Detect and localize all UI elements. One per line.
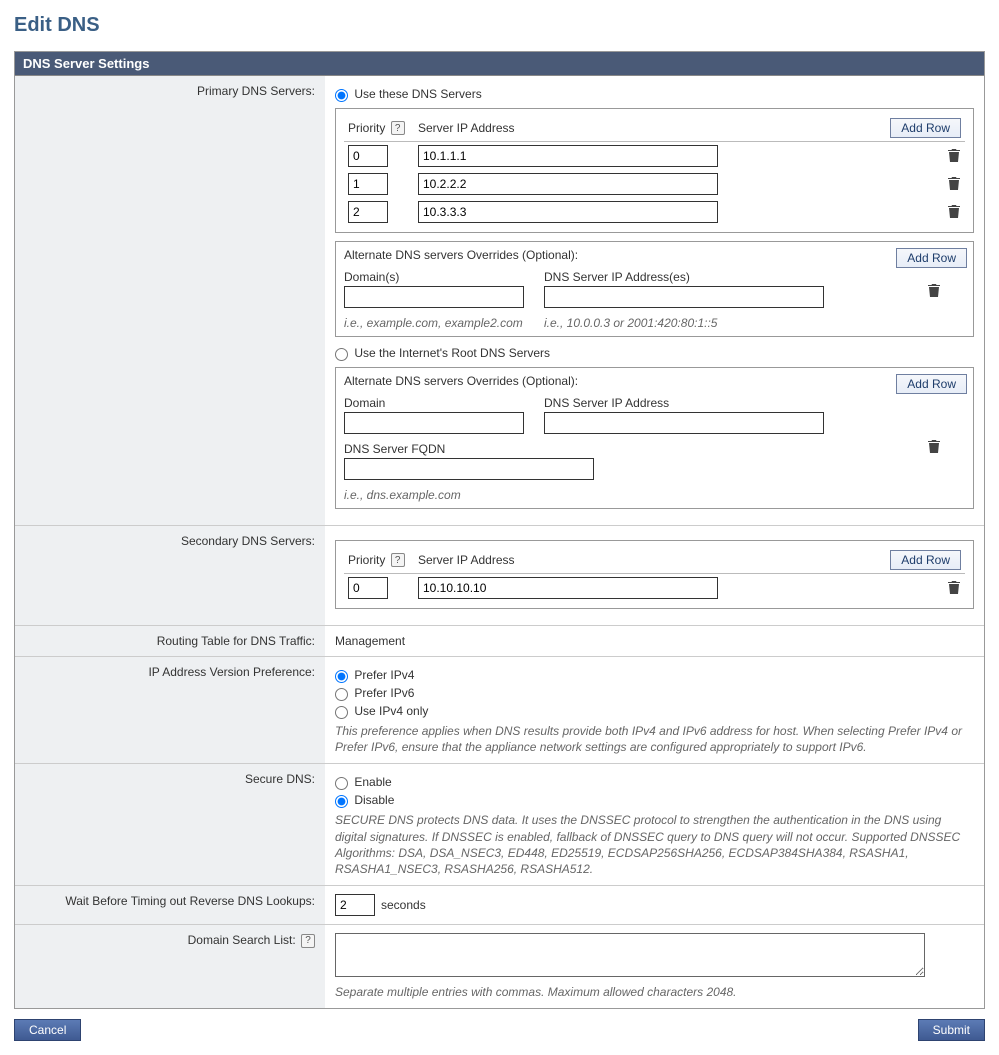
radio-secure-disable-label: Disable [354, 793, 394, 807]
submit-button[interactable]: Submit [918, 1019, 985, 1041]
alt-ips-input[interactable] [544, 286, 824, 308]
col-domain: Domain [344, 396, 524, 410]
alt-dns-overrides-1: Add Row Alternate DNS servers Overrides … [335, 241, 974, 337]
radio-use-root-dns[interactable] [335, 348, 348, 361]
trash-icon[interactable] [927, 438, 941, 454]
add-row-button[interactable]: Add Row [890, 118, 961, 138]
radio-use-ipv4-only[interactable] [335, 706, 348, 719]
radio-secure-enable[interactable] [335, 777, 348, 790]
trash-icon[interactable] [947, 147, 961, 163]
radio-secure-enable-label: Enable [354, 775, 391, 789]
trash-icon[interactable] [927, 282, 941, 298]
radio-use-these-dns-label: Use these DNS Servers [354, 87, 481, 101]
radio-prefer-ipv4[interactable] [335, 670, 348, 683]
col-priority: Priority [348, 121, 385, 135]
alt-dns-overrides-2: Add Row Alternate DNS servers Overrides … [335, 367, 974, 509]
dns-settings-panel: DNS Server Settings Primary DNS Servers:… [14, 51, 985, 1009]
col-dns-ips: DNS Server IP Address(es) [544, 270, 844, 284]
fqdn-hint: i.e., dns.example.com [344, 488, 604, 502]
alt2-domain-input[interactable] [344, 412, 524, 434]
seconds-label: seconds [381, 898, 426, 912]
radio-secure-disable[interactable] [335, 795, 348, 808]
col-domains: Domain(s) [344, 270, 524, 284]
alt-overrides-title-2: Alternate DNS servers Overrides (Optiona… [344, 374, 888, 388]
radio-prefer-ipv6[interactable] [335, 688, 348, 701]
secondary-dns-rows-box: Priority ? Server IP Address Add Row [335, 540, 974, 609]
alt-overrides-title: Alternate DNS servers Overrides (Optiona… [344, 248, 888, 262]
radio-use-these-dns[interactable] [335, 89, 348, 102]
col-dns-server-ip: DNS Server IP Address [544, 396, 844, 410]
help-icon[interactable]: ? [301, 934, 315, 948]
domain-search-textarea[interactable] [335, 933, 925, 977]
col-server-ip: Server IP Address [414, 115, 875, 142]
primary-priority-input[interactable] [348, 173, 388, 195]
radio-use-root-dns-label: Use the Internet's Root DNS Servers [354, 346, 550, 360]
primary-priority-input[interactable] [348, 201, 388, 223]
trash-icon[interactable] [947, 175, 961, 191]
primary-ip-input[interactable] [418, 145, 718, 167]
primary-priority-input[interactable] [348, 145, 388, 167]
radio-prefer-ipv4-label: Prefer IPv4 [354, 668, 414, 682]
label-routing: Routing Table for DNS Traffic: [15, 626, 325, 657]
alt2-dns-ip-input[interactable] [544, 412, 824, 434]
alt-domains-input[interactable] [344, 286, 524, 308]
ipver-note: This preference applies when DNS results… [335, 723, 974, 755]
label-primary-dns: Primary DNS Servers: [15, 76, 325, 526]
ips-hint: i.e., 10.0.0.3 or 2001:420:80:1::5 [544, 316, 844, 330]
add-row-button[interactable]: Add Row [890, 550, 961, 570]
secondary-priority-input[interactable] [348, 577, 388, 599]
secondary-ip-input[interactable] [418, 577, 718, 599]
trash-icon[interactable] [947, 579, 961, 595]
trash-icon[interactable] [947, 203, 961, 219]
col-server-ip: Server IP Address [414, 547, 875, 574]
domains-hint: i.e., example.com, example2.com [344, 316, 524, 330]
help-icon[interactable]: ? [391, 553, 405, 567]
panel-header: DNS Server Settings [15, 52, 984, 76]
label-search-list: Domain Search List: ? [15, 925, 325, 1009]
label-ipver: IP Address Version Preference: [15, 657, 325, 764]
primary-ip-input[interactable] [418, 201, 718, 223]
page-title: Edit DNS [14, 14, 985, 37]
primary-ip-input[interactable] [418, 173, 718, 195]
col-priority: Priority [348, 553, 385, 567]
radio-use-ipv4-only-label: Use IPv4 only [354, 704, 428, 718]
help-icon[interactable]: ? [391, 121, 405, 135]
col-dns-fqdn: DNS Server FQDN [344, 442, 604, 456]
cancel-button[interactable]: Cancel [14, 1019, 81, 1041]
wait-seconds-input[interactable] [335, 894, 375, 916]
label-secondary-dns: Secondary DNS Servers: [15, 526, 325, 626]
add-row-button[interactable]: Add Row [896, 248, 967, 268]
alt2-fqdn-input[interactable] [344, 458, 594, 480]
search-note: Separate multiple entries with commas. M… [335, 984, 974, 1000]
radio-prefer-ipv6-label: Prefer IPv6 [354, 686, 414, 700]
primary-dns-rows-box: Priority ? Server IP Address Add Row [335, 108, 974, 233]
label-wait-timeout: Wait Before Timing out Reverse DNS Looku… [15, 886, 325, 925]
add-row-button[interactable]: Add Row [896, 374, 967, 394]
label-secure-dns: Secure DNS: [15, 764, 325, 886]
secure-note: SECURE DNS protects DNS data. It uses th… [335, 812, 974, 877]
routing-value: Management [325, 626, 984, 657]
